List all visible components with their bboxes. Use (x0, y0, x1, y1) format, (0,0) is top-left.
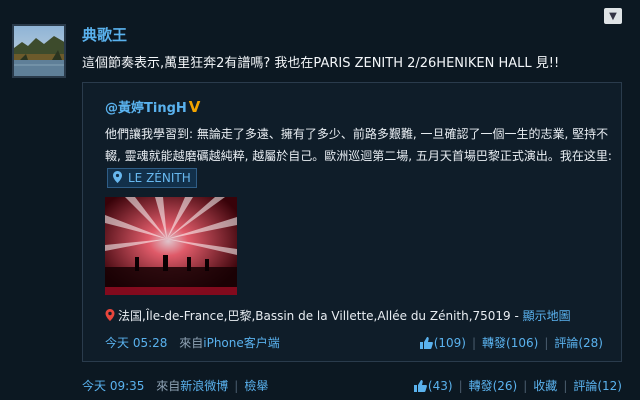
quoted-timestamp[interactable]: 今天 05:28 (105, 336, 167, 350)
quoted-text-block: 他們讓我學習到: 無論走了多遠、擁有了多少、前路多艱難, 一旦確認了一個一生的志… (105, 123, 615, 189)
quoted-post: @黃婷TingH V 他們讓我學習到: 無論走了多遠、擁有了多少、前路多艱難, 一… (82, 82, 622, 362)
quoted-source-prefix: 來自 (179, 336, 204, 350)
thumbs-up-icon (419, 337, 433, 349)
quoted-author-name[interactable]: @黃婷TingH (105, 101, 187, 116)
quoted-like-button[interactable]: (109) (419, 336, 466, 350)
avatar[interactable] (12, 24, 66, 78)
location-pin-icon (113, 171, 122, 183)
post-source-prefix: 來自 (156, 379, 181, 393)
quoted-source-link[interactable]: iPhone客户端 (203, 336, 280, 350)
avatar-image (14, 26, 64, 76)
post-actions: (43) | 轉發(26) | 收藏 | 評論(12) (413, 377, 622, 394)
verified-badge-icon: V (188, 98, 201, 116)
like-button[interactable]: (43) (413, 379, 453, 393)
show-map-link[interactable]: 顯示地圖 (523, 309, 571, 323)
quoted-text: 他們讓我學習到: 無論走了多遠、擁有了多少、前路多艱難, 一旦確認了一個一生的志… (105, 127, 612, 163)
quoted-comment-button[interactable]: 評論(28) (554, 336, 603, 350)
quoted-author[interactable]: @黃婷TingH V (105, 97, 200, 116)
favorite-button[interactable]: 收藏 (533, 379, 557, 393)
post-menu-button[interactable]: ▼ (604, 8, 622, 24)
location-tag[interactable]: LE ZÉNITH (107, 168, 197, 188)
concert-photo-image (105, 197, 237, 295)
post-author[interactable]: 典歌王 (82, 24, 127, 45)
repost-button[interactable]: 轉發(26) (469, 379, 518, 393)
post-meta: 今天 09:35 來自新浪微博 | 檢舉 (82, 379, 269, 393)
quoted-like-count: (109) (433, 336, 466, 350)
concert-photo[interactable] (105, 197, 237, 295)
quoted-address: 法国,Île-de-France,巴黎,Bassin de la Villett… (105, 307, 571, 324)
quoted-repost-button[interactable]: 轉發(106) (482, 336, 538, 350)
location-pin-icon (105, 309, 115, 321)
quoted-actions: (109) | 轉發(106) | 評論(28) (419, 334, 603, 351)
address-text: 法国,Île-de-France,巴黎,Bassin de la Villett… (118, 309, 523, 323)
like-count: (43) (427, 379, 453, 393)
post-source-link[interactable]: 新浪微博 (180, 379, 228, 393)
location-tag-label: LE ZÉNITH (128, 171, 191, 185)
thumbs-up-icon (413, 380, 427, 392)
post-timestamp[interactable]: 今天 09:35 (82, 379, 144, 393)
post-text: 這個節奏表示,萬里狂奔2有譜嗎? 我也在PARIS ZENITH 2/26HEN… (82, 56, 560, 71)
comment-button[interactable]: 評論(12) (573, 379, 622, 393)
chevron-down-icon: ▼ (609, 10, 617, 22)
quoted-meta: 今天 05:28 來自iPhone客户端 (105, 334, 280, 351)
report-link[interactable]: 檢舉 (244, 379, 268, 393)
